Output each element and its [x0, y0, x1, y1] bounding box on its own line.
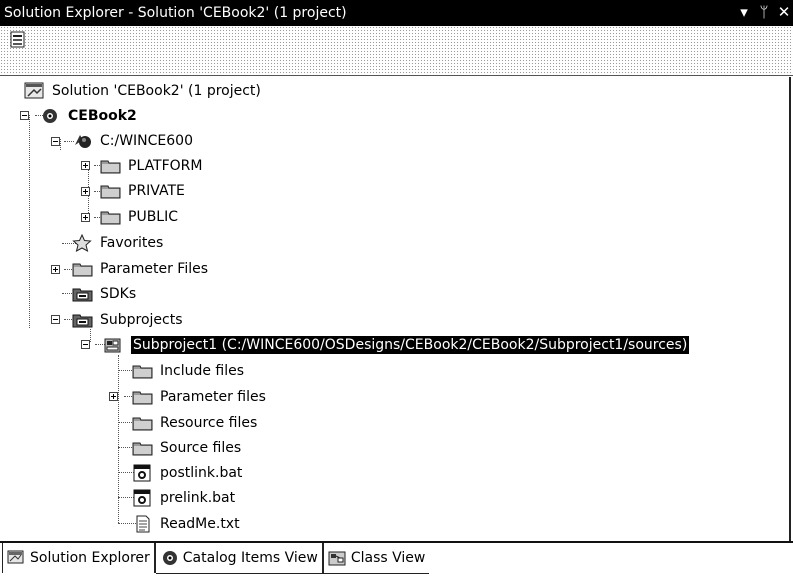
tree-item-label: CEBook2 [68, 107, 137, 124]
tree-item-include-files[interactable]: Include files [132, 358, 244, 383]
batch-file-icon [133, 464, 151, 481]
tree-item-label: PRIVATE [128, 182, 185, 199]
tree-item-platform[interactable]: PLATFORM [100, 153, 202, 178]
tree-item-label: Favorites [100, 234, 164, 251]
expand-button[interactable] [109, 392, 118, 401]
title-bar: Solution Explorer - Solution 'CEBook2' (… [0, 0, 793, 26]
tree-item-label: Include files [160, 362, 245, 379]
expand-button[interactable] [51, 265, 60, 274]
toolbar [0, 26, 793, 76]
tree-item-solution[interactable]: Solution 'CEBook2' (1 project) [24, 78, 261, 103]
sdk-folder-icon [72, 288, 93, 301]
subproject-icon [104, 338, 121, 352]
tree-item-subproject1[interactable]: Subproject1 (C:/WINCE600/OSDesigns/CEBoo… [103, 332, 690, 357]
tree-item-label: Subprojects [100, 311, 183, 328]
window-title: Solution Explorer - Solution 'CEBook2' (… [4, 5, 347, 21]
folder-icon [132, 417, 153, 430]
solution-explorer-icon [7, 550, 24, 564]
expand-button[interactable] [81, 213, 90, 222]
tree-item-prelink-bat[interactable]: prelink.bat [132, 485, 235, 510]
tree-item-cebook2[interactable]: CEBook2 [40, 103, 137, 128]
tree-item-readme-txt[interactable]: ReadMe.txt [132, 511, 240, 536]
tab-catalog-items-view[interactable]: Catalog Items View [155, 543, 324, 574]
tree-item-private[interactable]: PRIVATE [100, 178, 185, 203]
window-controls: ▾ ᛘ ✕ [737, 3, 791, 21]
solution-icon [24, 82, 44, 98]
platform-root-icon [75, 134, 91, 148]
tree-item-label: Parameter files [160, 388, 266, 405]
folder-icon [72, 263, 93, 276]
tree-item-parameter-files-sub[interactable]: Parameter files [132, 384, 266, 409]
tree-item-label: prelink.bat [160, 489, 236, 506]
tree-item-resource-files[interactable]: Resource files [132, 410, 257, 435]
text-file-icon [136, 515, 150, 532]
pin-icon[interactable]: ᛘ [757, 3, 771, 21]
folder-icon [100, 211, 121, 224]
folder-icon [132, 391, 153, 404]
tab-solution-explorer[interactable]: Solution Explorer [2, 543, 156, 573]
tree-item-label: ReadMe.txt [160, 515, 240, 532]
expand-button[interactable] [81, 187, 90, 196]
tab-label: Class View [350, 550, 426, 566]
dropdown-icon[interactable]: ▾ [737, 3, 751, 21]
star-icon [72, 233, 92, 252]
batch-file-icon [133, 489, 151, 506]
tree-item-label: Parameter Files [100, 260, 209, 277]
tree-item-sdks[interactable]: SDKs [72, 281, 136, 306]
bottom-tab-strip: Solution Explorer Catalog Items View Cla… [0, 541, 793, 576]
tab-label: Catalog Items View [182, 550, 318, 566]
class-view-icon [328, 551, 346, 566]
tree-line [60, 139, 61, 150]
tab-class-view[interactable]: Class View [323, 543, 430, 574]
tab-label: Solution Explorer [30, 550, 150, 566]
tree-item-label: postlink.bat [160, 464, 243, 481]
folder-icon [100, 185, 121, 198]
solution-tree: Solution 'CEBook2' (1 project) CEBook2 C… [0, 77, 791, 541]
collapse-button[interactable] [81, 340, 90, 349]
tree-item-source-files[interactable]: Source files [132, 435, 241, 460]
sdk-folder-icon [72, 314, 93, 327]
tree-item-label: SDKs [100, 285, 137, 302]
properties-button[interactable] [8, 30, 28, 50]
tree-item-label: C:/WINCE600 [100, 132, 193, 149]
folder-icon [132, 365, 153, 378]
tree-item-label: Resource files [160, 414, 258, 431]
catalog-icon [162, 551, 177, 565]
tree-item-label: Solution 'CEBook2' (1 project) [52, 82, 261, 99]
tree-item-label: Source files [160, 439, 242, 456]
tree-item-wince600[interactable]: C:/WINCE600 [72, 128, 193, 153]
osdesign-icon [43, 108, 57, 123]
tree-item-public[interactable]: PUBLIC [100, 204, 178, 229]
tree-line [29, 115, 30, 328]
tree-item-favorites[interactable]: Favorites [72, 230, 163, 255]
tree-item-postlink-bat[interactable]: postlink.bat [132, 460, 242, 485]
collapse-button[interactable] [20, 111, 29, 120]
tree-item-label: PLATFORM [128, 157, 203, 174]
tree-item-subprojects[interactable]: Subprojects [72, 307, 183, 332]
collapse-button[interactable] [51, 137, 60, 146]
tree-item-label: PUBLIC [128, 208, 178, 225]
close-icon[interactable]: ✕ [777, 3, 791, 21]
properties-icon [10, 31, 25, 48]
folder-icon [132, 442, 153, 455]
tree-item-label: Subproject1 (C:/WINCE600/OSDesigns/CEBoo… [131, 335, 690, 354]
expand-button[interactable] [81, 161, 90, 170]
tree-item-parameter-files[interactable]: Parameter Files [72, 256, 208, 281]
collapse-button[interactable] [51, 315, 60, 324]
folder-icon [100, 160, 121, 173]
